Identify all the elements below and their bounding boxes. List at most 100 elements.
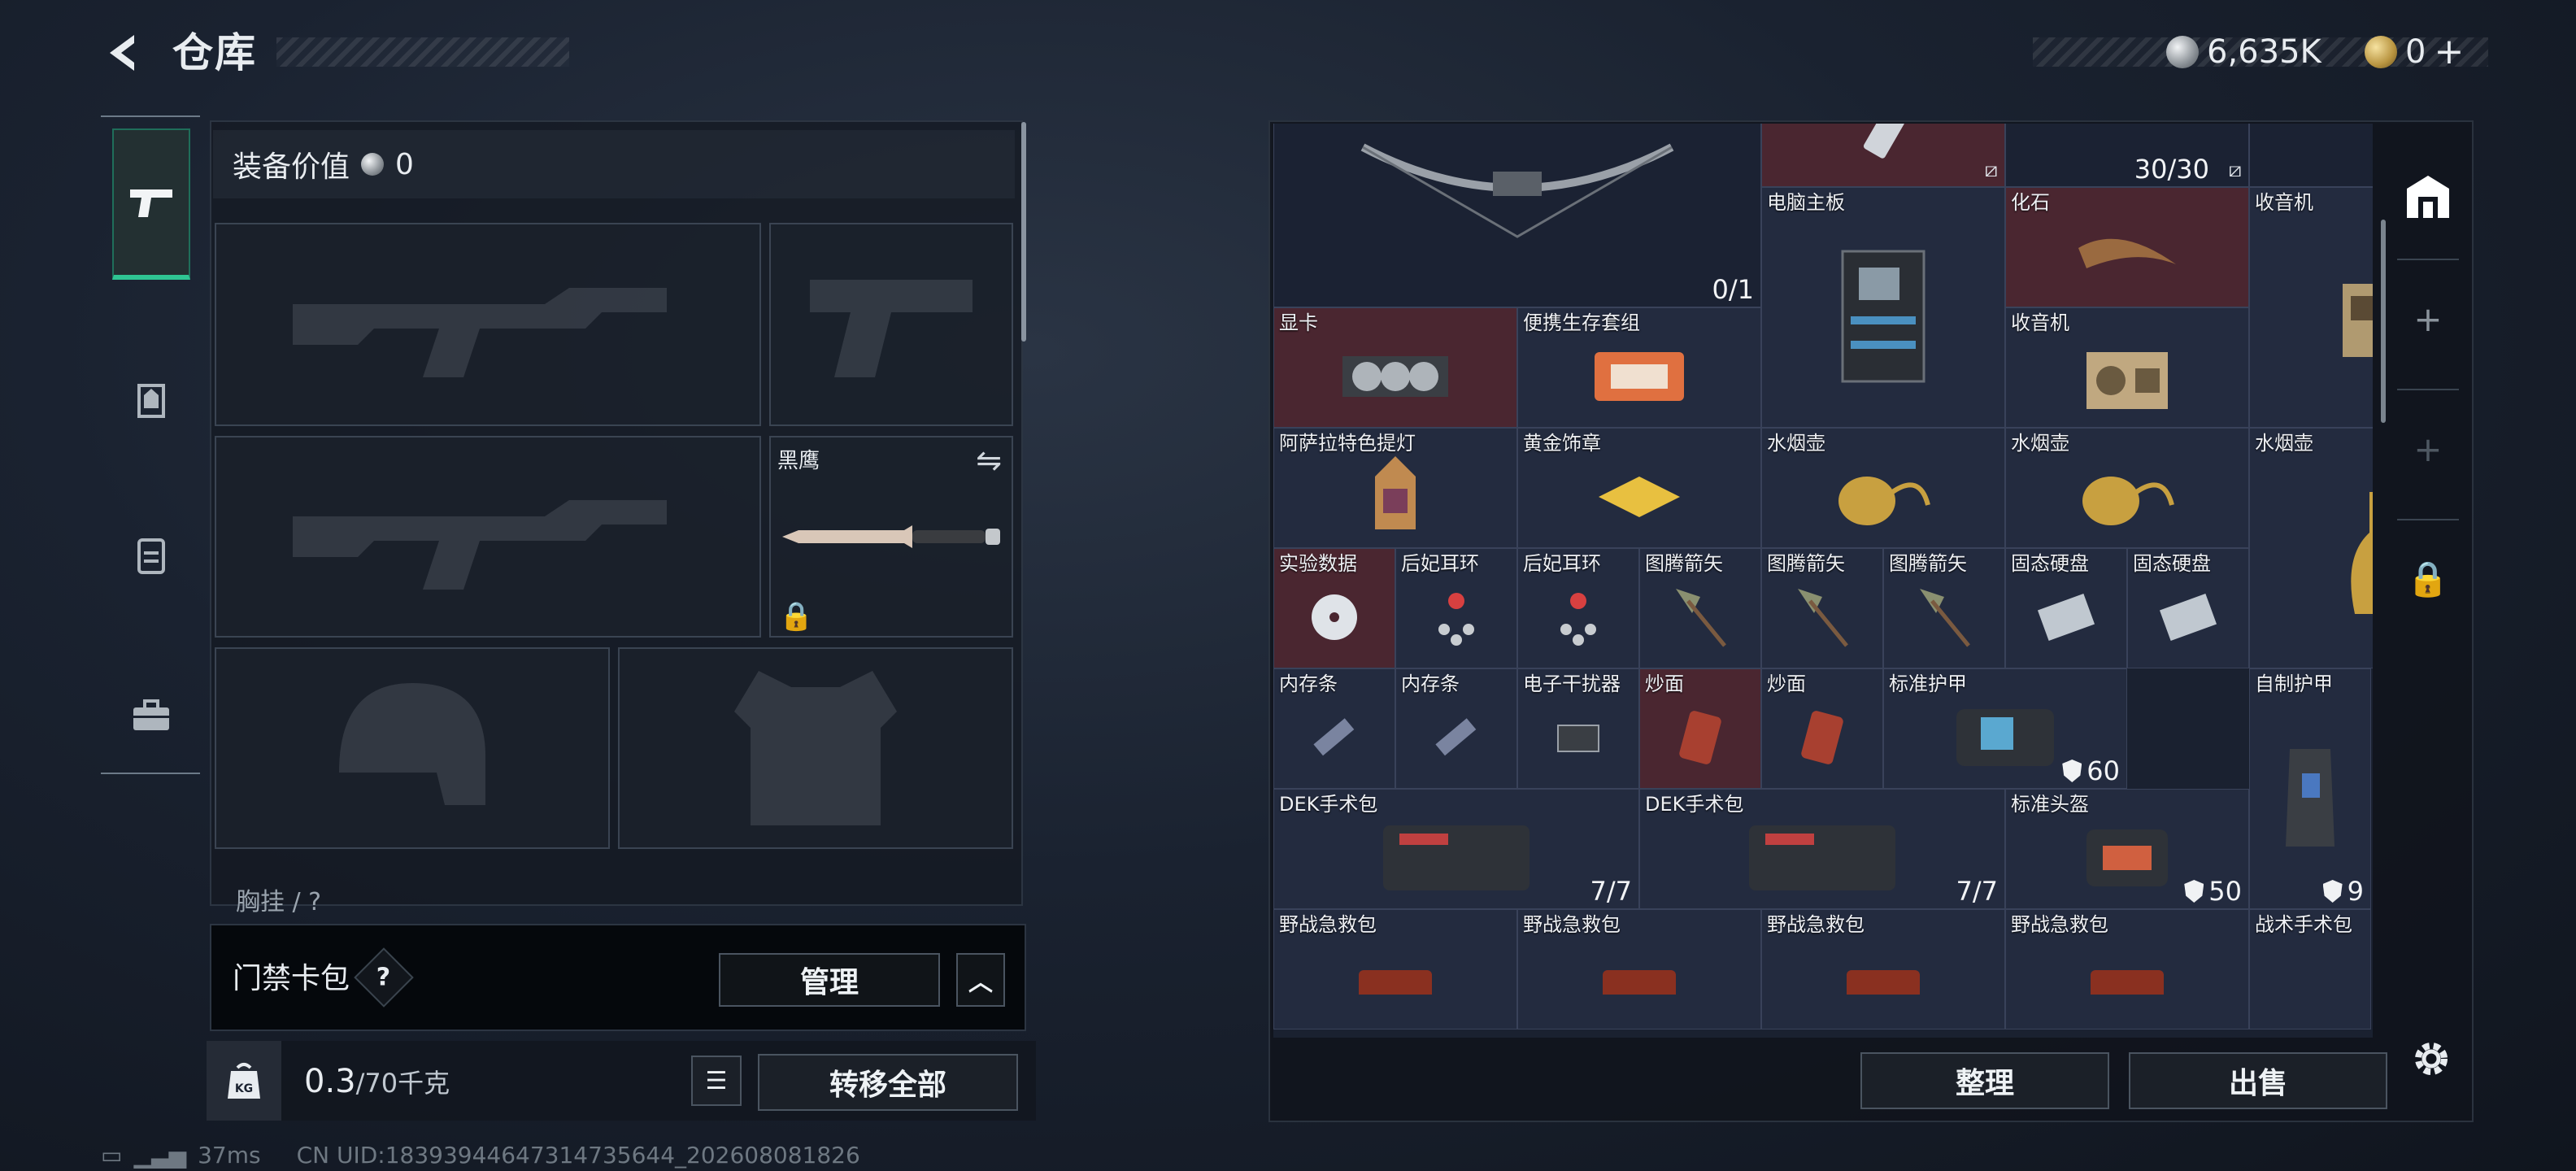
add-storage-plus-icon[interactable]: + — [2387, 408, 2469, 490]
svg-text:KG: KG — [235, 1082, 253, 1095]
lock-icon[interactable]: 🔒 — [2387, 538, 2469, 620]
storage-item[interactable]: 后妃耳环 — [1395, 548, 1517, 668]
disc-icon — [1281, 573, 1388, 661]
swap-icon[interactable]: ⇋ — [976, 442, 1002, 478]
tab-weapons[interactable] — [112, 128, 190, 280]
helmet-silhouette-icon — [231, 664, 594, 833]
storage-item[interactable]: 收音机 — [2249, 187, 2373, 428]
firstaid-icon — [1769, 934, 1998, 1022]
storage-item[interactable]: 内存条 — [1273, 668, 1395, 789]
item-name: 内存条 — [1279, 673, 1338, 695]
user-uid: CN UID:18393944647314735644_202608081826 — [296, 1142, 860, 1169]
item-name: 战术手术包 — [2255, 913, 2352, 936]
tab-case[interactable] — [112, 677, 190, 755]
item-name: 标准护甲 — [1889, 673, 1967, 695]
shield-icon — [2322, 880, 2343, 903]
storage-item[interactable]: 图腾箭矢 — [1639, 548, 1761, 668]
tab-backpack[interactable] — [112, 516, 190, 594]
silver-amount: 6,635K — [2207, 33, 2321, 71]
storage-item[interactable]: 实验数据 — [1273, 548, 1395, 668]
settings-gear-icon[interactable] — [2402, 1030, 2461, 1088]
weight-current: 0.3 — [304, 1063, 356, 1100]
gold-amount: 0 — [2405, 33, 2426, 71]
helmet-slot[interactable] — [215, 647, 610, 849]
item-name: DEK手术包 — [1645, 793, 1744, 816]
storage-item[interactable]: 28/30 — [2249, 124, 2373, 187]
storage-item[interactable]: 野战急救包 — [1761, 909, 2005, 1030]
earring-icon — [1525, 573, 1632, 661]
medkit-icon — [1281, 814, 1632, 902]
storage-item[interactable]: 量子存储⧄ — [1761, 124, 2005, 187]
storage-item[interactable]: 30/30 ⧄ — [2005, 124, 2249, 187]
storage-item[interactable]: 便携生存套组 — [1517, 307, 1761, 428]
storage-item[interactable]: 复合弓 箭矢0/1 — [1273, 124, 1761, 307]
vest-icon — [2256, 694, 2364, 902]
item-name: 炒面 — [1645, 673, 1684, 695]
storage-item[interactable]: 电子干扰器 — [1517, 668, 1639, 789]
item-name: 收音机 — [2011, 311, 2069, 334]
storage-item[interactable]: 标准护甲 60 — [1883, 668, 2127, 789]
pistol-silhouette-icon — [785, 239, 997, 410]
add-storage-plus-icon[interactable]: + — [2387, 278, 2469, 359]
storage-item[interactable]: 化石 — [2005, 187, 2249, 307]
storage-item[interactable]: 野战急救包 — [1517, 909, 1761, 1030]
storage-item[interactable]: DEK手术包 7/7 — [1273, 789, 1639, 909]
item-name: 内存条 — [1401, 673, 1460, 695]
storage-item[interactable]: 水烟壶 — [2005, 428, 2249, 548]
manage-button[interactable]: 管理 — [719, 953, 940, 1007]
silver-coin-icon — [361, 153, 385, 176]
loadout-tab-column — [101, 115, 200, 774]
storage-item[interactable]: 显卡 — [1273, 307, 1517, 428]
storage-item[interactable]: DEK手术包 7/7 — [1639, 789, 2005, 909]
storage-item[interactable]: 水烟壶 — [2249, 428, 2373, 668]
storage-item[interactable]: 黄金饰章 — [1517, 428, 1761, 548]
item-name: 黄金饰章 — [1523, 432, 1601, 455]
battery-icon: ▭ — [101, 1142, 123, 1169]
tab-helmet[interactable] — [112, 361, 190, 439]
primary-weapon-slot[interactable] — [215, 223, 761, 426]
storage-item[interactable]: 标准头盔 50 — [2005, 789, 2249, 909]
storage-item[interactable]: 电脑主板 — [1761, 187, 2005, 428]
usb-icon — [1769, 124, 1998, 180]
sell-button[interactable]: 出售 — [2129, 1052, 2387, 1109]
body-armor-slot[interactable] — [618, 647, 1013, 849]
list-view-button[interactable]: ☰ — [691, 1056, 742, 1106]
back-button[interactable] — [96, 24, 153, 81]
gold-currency[interactable]: 0 + — [2365, 28, 2464, 76]
melee-slot[interactable]: 黑鹰 ⇋ 🔒 — [769, 436, 1013, 638]
list-icon: ☰ — [705, 1066, 728, 1095]
storage-item[interactable]: 炒面 — [1639, 668, 1761, 789]
storage-icon[interactable] — [2387, 156, 2469, 237]
storage-item[interactable]: 固态硬盘 — [2005, 548, 2127, 668]
pistol-slot[interactable] — [769, 223, 1013, 426]
item-name: 野战急救包 — [1523, 913, 1621, 936]
item-name: 阿萨拉特色提灯 — [1279, 432, 1416, 455]
item-name: 炒面 — [1767, 673, 1806, 695]
plus-icon[interactable]: + — [2434, 28, 2464, 76]
storage-item[interactable]: 水烟壶 — [1761, 428, 2005, 548]
item-name: 野战急救包 — [2011, 913, 2108, 936]
firstaid-icon — [1281, 934, 1510, 1022]
transfer-all-button[interactable]: 转移全部 — [758, 1054, 1018, 1111]
storage-item[interactable]: 内存条 — [1395, 668, 1517, 789]
storage-scrollbar[interactable] — [2381, 220, 2386, 423]
collapse-button[interactable]: ︿ — [956, 953, 1005, 1007]
storage-item[interactable]: 收音机 — [2005, 307, 2249, 428]
item-name: 后妃耳环 — [1523, 552, 1601, 575]
storage-item[interactable]: 炒面 — [1761, 668, 1883, 789]
storage-item[interactable]: 图腾箭矢 — [1761, 548, 1883, 668]
storage-item[interactable]: 战术手术包 — [2249, 909, 2371, 1030]
sort-button[interactable]: 整理 — [1860, 1052, 2109, 1109]
storage-item[interactable]: 固态硬盘 — [2127, 548, 2249, 668]
item-name: 便携生存套组 — [1523, 311, 1640, 334]
storage-item[interactable]: 自制护甲 9 — [2249, 668, 2371, 909]
storage-item[interactable]: 图腾箭矢 — [1883, 548, 2005, 668]
storage-item[interactable]: 野战急救包 — [2005, 909, 2249, 1030]
medkit-icon — [1647, 814, 1998, 902]
secondary-weapon-slot[interactable] — [215, 436, 761, 638]
storage-item[interactable]: 阿萨拉特色提灯 — [1273, 428, 1517, 548]
storage-item[interactable]: 后妃耳环 — [1517, 548, 1639, 668]
equipment-scrollbar[interactable] — [1021, 122, 1026, 342]
storage-item[interactable]: 野战急救包 — [1273, 909, 1517, 1030]
durability-value: 50 — [2208, 876, 2242, 907]
